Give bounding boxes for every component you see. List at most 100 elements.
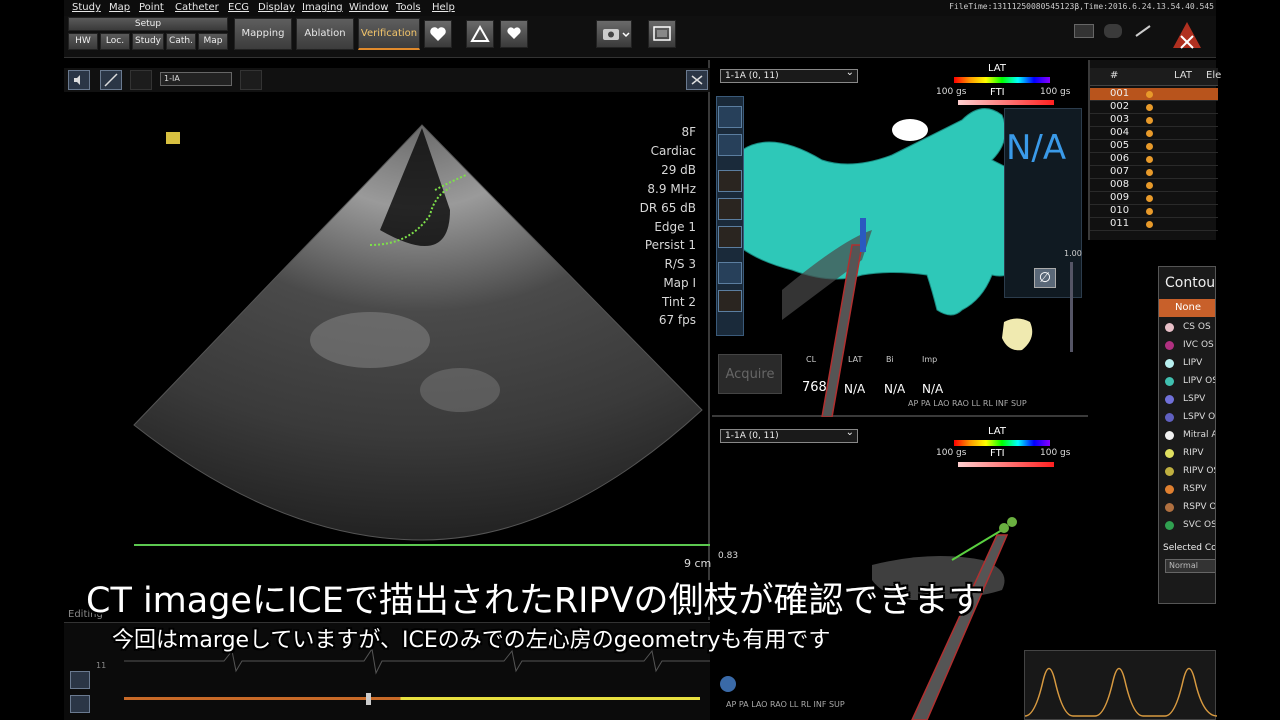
setup-cath-button[interactable]: Cath.	[166, 33, 196, 50]
point-tag-icon	[1146, 156, 1153, 163]
view-ll[interactable]: LL	[971, 399, 980, 408]
menu-ecg[interactable]: ECG	[228, 2, 249, 13]
contour-item[interactable]: LIPV OS	[1159, 373, 1215, 391]
acquire-button[interactable]: Acquire	[718, 354, 782, 394]
monitor-status-icon[interactable]	[1074, 24, 1094, 38]
contour-item[interactable]: IVC OS	[1159, 337, 1215, 355]
view-ll[interactable]: LL	[789, 700, 798, 709]
ice-audio-icon[interactable]	[68, 70, 90, 90]
new-map-icon[interactable]	[500, 20, 528, 48]
contour-item[interactable]: CS OS	[1159, 319, 1215, 337]
setup-map-button[interactable]: Map	[198, 33, 228, 50]
list-item[interactable]: 004	[1090, 127, 1218, 140]
contour-item[interactable]: RSPV	[1159, 481, 1215, 499]
list-item[interactable]: 007	[1090, 166, 1218, 179]
ice-close-panel-icon[interactable]	[686, 70, 708, 90]
catheter-view-icon[interactable]	[466, 20, 494, 48]
mode-verification-button[interactable]: Verification	[358, 18, 420, 50]
contour-color-dot	[1165, 521, 1174, 530]
eraser-tool-icon[interactable]	[718, 198, 742, 220]
list-item[interactable]: 010	[1090, 205, 1218, 218]
pencil-tool-icon[interactable]	[718, 290, 742, 312]
view-pa[interactable]: PA	[921, 399, 931, 408]
menu-point[interactable]: Point	[139, 2, 164, 13]
bottom-view-catheter-select[interactable]: 1-1A (0, 11)	[720, 427, 858, 443]
view-ap[interactable]: AP	[726, 700, 736, 709]
ice-catheter-select[interactable]: 1-IA	[160, 72, 232, 86]
list-item[interactable]: 011	[1090, 218, 1218, 231]
timeline-scrubber-handle[interactable]	[366, 693, 371, 705]
view-rl[interactable]: RL	[801, 700, 811, 709]
view-ap[interactable]: AP	[908, 399, 918, 408]
contour-item[interactable]: LIPV	[1159, 355, 1215, 373]
view-sup[interactable]: SUP	[1011, 399, 1027, 408]
setup-study-button[interactable]: Study	[132, 33, 164, 50]
contour-item[interactable]: RSPV O	[1159, 499, 1215, 517]
pump-status-icon[interactable]	[1104, 24, 1122, 38]
readout-label: Imp	[922, 355, 938, 364]
view-lao[interactable]: LAO	[933, 399, 949, 408]
contour-item[interactable]: SVC OS	[1159, 517, 1215, 535]
mode-mapping-button[interactable]: Mapping	[234, 18, 292, 50]
top-view-catheter-select[interactable]: 1-1A (0, 11)	[720, 67, 858, 83]
undo-tool-icon[interactable]	[718, 262, 742, 284]
list-item[interactable]: 001	[1090, 88, 1218, 101]
contour-item[interactable]: RIPV OS	[1159, 463, 1215, 481]
list-item[interactable]: 002	[1090, 101, 1218, 114]
contour-style-select[interactable]: Normal	[1165, 559, 1215, 573]
timeline-track[interactable]	[124, 697, 700, 700]
heart-tag-icon[interactable]	[424, 20, 452, 48]
mode-ablation-button[interactable]: Ablation	[296, 18, 354, 50]
contour-item[interactable]: Mitral A	[1159, 427, 1215, 445]
view-rao[interactable]: RAO	[770, 700, 787, 709]
bottom-view-settings-icon[interactable]	[720, 676, 736, 692]
view-pa[interactable]: PA	[739, 700, 749, 709]
view-sup[interactable]: SUP	[829, 700, 845, 709]
list-item[interactable]: 006	[1090, 153, 1218, 166]
setup-hw-button[interactable]: HW	[68, 33, 98, 50]
contour-item[interactable]: LSPV O	[1159, 409, 1215, 427]
list-item[interactable]: 008	[1090, 179, 1218, 192]
contour-color-dot	[1165, 449, 1174, 458]
main-toolbar: Setup HW Loc. Study Cath. Map Mapping Ab…	[64, 16, 1216, 58]
col-number[interactable]: #	[1110, 70, 1118, 81]
col-ele[interactable]: Ele	[1206, 70, 1221, 81]
timeline-fit-icon[interactable]	[70, 695, 90, 713]
ecg-waveform-thumbnail[interactable]	[1024, 650, 1218, 720]
menu-catheter[interactable]: Catheter	[175, 2, 219, 13]
menu-help[interactable]: Help	[432, 2, 455, 13]
generator-status-icon[interactable]	[1134, 24, 1152, 38]
menu-imaging[interactable]: Imaging	[302, 2, 343, 13]
timeline-zoom-icon[interactable]	[70, 671, 90, 689]
point-id: 008	[1110, 179, 1130, 190]
view-inf[interactable]: INF	[813, 700, 826, 709]
menu-study[interactable]: Study	[72, 2, 101, 13]
view-inf[interactable]: INF	[995, 399, 1008, 408]
view-rl[interactable]: RL	[983, 399, 993, 408]
window-layout-icon[interactable]	[648, 20, 676, 48]
contour-color-dot	[1165, 467, 1174, 476]
menu-window[interactable]: Window	[349, 2, 388, 13]
contour-item[interactable]: RIPV	[1159, 445, 1215, 463]
list-item[interactable]: 003	[1090, 114, 1218, 127]
shadow-tool-icon[interactable]	[718, 170, 742, 192]
view-rao[interactable]: RAO	[952, 399, 969, 408]
menu-map[interactable]: Map	[109, 2, 130, 13]
scale-slider[interactable]	[1070, 262, 1073, 352]
contour-item[interactable]: LSPV	[1159, 391, 1215, 409]
menu-tools[interactable]: Tools	[396, 2, 421, 13]
pan-tool-icon[interactable]	[718, 106, 742, 128]
view-lao[interactable]: LAO	[751, 700, 767, 709]
ice-measure-icon[interactable]	[100, 70, 122, 90]
force-reset-icon[interactable]: ∅	[1034, 268, 1056, 288]
list-item[interactable]: 009	[1090, 192, 1218, 205]
setup-loc-button[interactable]: Loc.	[100, 33, 130, 50]
camera-snapshot-icon[interactable]	[596, 20, 632, 48]
list-item[interactable]: 005	[1090, 140, 1218, 153]
ice-ultrasound-image[interactable]	[130, 120, 710, 550]
rotate-tool-icon[interactable]	[718, 134, 742, 156]
col-lat[interactable]: LAT	[1174, 70, 1192, 81]
cut-tool-icon[interactable]	[718, 226, 742, 248]
menu-display[interactable]: Display	[258, 2, 295, 13]
contour-none-button[interactable]: None	[1159, 299, 1215, 317]
